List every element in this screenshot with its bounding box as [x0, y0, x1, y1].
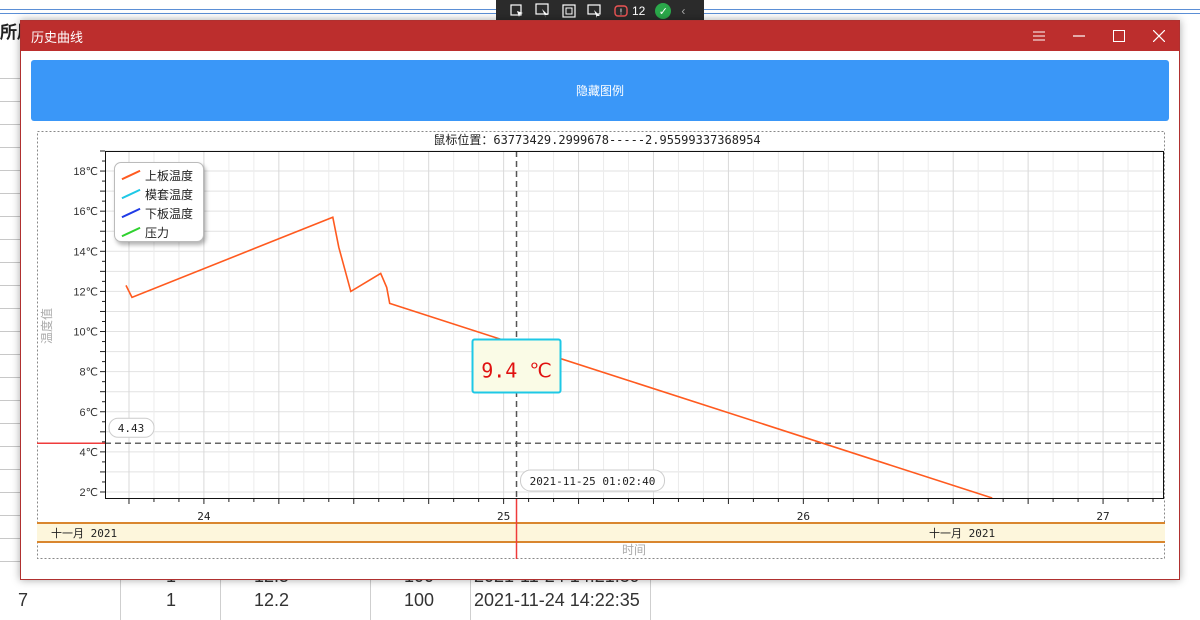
value-tooltip-label: 9.4 ℃ [481, 359, 552, 383]
x-tick-label: 26 [797, 510, 810, 523]
date-band-bg [37, 523, 1165, 542]
threshold-label: 4.43 [118, 422, 145, 435]
legend-label: 上板温度 [145, 168, 194, 183]
menu-icon[interactable] [1019, 21, 1059, 51]
history-curve-window: 历史曲线 隐藏图例 鼠标位置：63773429.2999678-----2.95… [20, 20, 1180, 580]
pointer-icon[interactable] [530, 0, 556, 22]
y-tick-label: 2℃ [80, 487, 98, 499]
date-band-label: 十一月 2021 [51, 526, 117, 540]
y-tick-label: 16℃ [73, 206, 98, 218]
y-tick-label: 6℃ [80, 407, 98, 419]
legend-label: 模套温度 [145, 187, 194, 202]
y-tick-label: 8℃ [80, 367, 98, 379]
track-focus-icon[interactable] [582, 0, 608, 22]
select-element-icon[interactable] [504, 0, 530, 22]
table-cell: 100 [404, 590, 435, 610]
checkmark-icon[interactable]: ✓ [655, 3, 672, 19]
legend-swatch [121, 207, 141, 219]
legend-swatch [121, 169, 141, 181]
history-chart[interactable]: 鼠标位置：63773429.2999678-----2.955993373689… [37, 131, 1165, 559]
layout-adorner-icon[interactable] [556, 0, 582, 22]
date-band: 十一月 2021 十一月 2021 [37, 522, 1165, 543]
y-tick-label: 12℃ [73, 286, 98, 298]
close-icon[interactable] [1139, 21, 1179, 51]
x-axis-title: 时间 [622, 543, 646, 557]
svg-text:!: ! [619, 8, 622, 17]
table-cell: 12.2 [254, 590, 290, 610]
x-tick-label: 25 [497, 510, 510, 523]
chevron-left-icon[interactable]: ‹ [681, 4, 685, 18]
table-cell: 1 [166, 590, 177, 610]
date-band-label: 十一月 2021 [929, 526, 995, 540]
window-title: 历史曲线 [31, 29, 84, 45]
table-cell: 2021-11-24 14:22:35 [474, 590, 640, 610]
chart-canvas[interactable]: 鼠标位置：63773429.2999678-----2.955993373689… [37, 131, 1165, 559]
chart-legend: 上板温度 模套温度 下板温度 压力 [114, 162, 204, 242]
y-tick-label: 4℃ [80, 447, 98, 459]
maximize-icon[interactable] [1099, 21, 1139, 51]
table-cell: 7 [18, 590, 29, 610]
devtools-toolbar: ! 12 ✓ ‹ [496, 0, 704, 22]
y-tick-label: 14℃ [73, 246, 98, 258]
legend-item: 上板温度 [121, 166, 193, 184]
x-tick-label: 24 [197, 510, 211, 523]
legend-item: 模套温度 [121, 185, 193, 203]
window-titlebar[interactable]: 历史曲线 [21, 21, 1179, 51]
time-label: 2021-11-25 01:02:40 [530, 475, 656, 488]
x-tick-label: 27 [1096, 510, 1109, 523]
legend-swatch [121, 226, 141, 238]
legend-label: 压力 [145, 225, 170, 240]
hide-legend-button[interactable]: 隐藏图例 [31, 60, 1169, 121]
y-tick-label: 10℃ [73, 327, 98, 339]
legend-item: 压力 [121, 223, 169, 241]
y-axis-title: 温度值 [39, 308, 54, 344]
minimize-icon[interactable] [1059, 21, 1099, 51]
binding-failures-icon[interactable]: ! [608, 0, 634, 22]
y-tick-label: 18℃ [73, 166, 98, 178]
legend-swatch [121, 188, 141, 200]
chart-border [37, 131, 1165, 559]
mouse-position-readout: 鼠标位置：63773429.2999678-----2.955993373689… [433, 132, 760, 147]
legend-label: 下板温度 [145, 206, 194, 221]
legend-item: 下板温度 [121, 204, 193, 222]
binding-failures-count: 12 [632, 4, 646, 18]
background-table-row[interactable]: 7 1 12.2 100 2021-11-24 14:22:35 [0, 590, 1200, 620]
